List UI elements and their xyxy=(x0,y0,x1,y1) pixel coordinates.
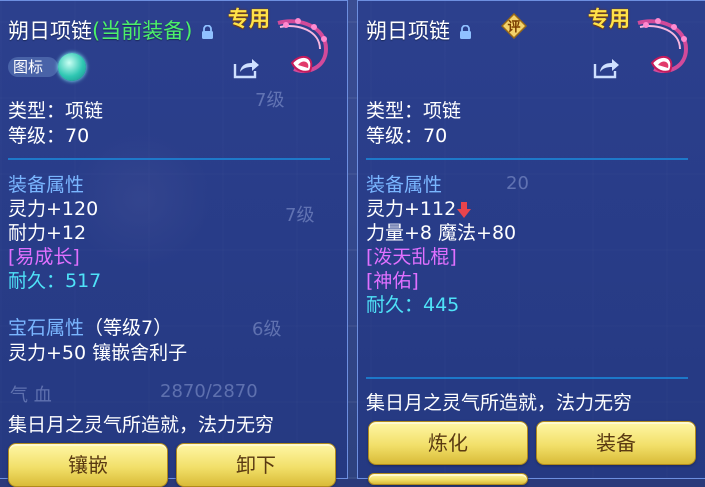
attr-header: 装备属性 xyxy=(8,174,85,196)
item-title: 朔日项链(当前装备) xyxy=(8,15,214,45)
level-line: 等级：70 xyxy=(8,125,90,147)
attr-line: 耐力+12 xyxy=(8,222,87,244)
share-icon[interactable] xyxy=(232,56,260,80)
bg-hp-value: 2870/2870 xyxy=(160,381,258,402)
durability: 耐久：445 xyxy=(366,294,460,316)
section-divider xyxy=(366,158,688,160)
grade-badge-text: 评 xyxy=(507,20,521,35)
bg-grid-label: 6级 xyxy=(252,319,282,340)
bg-grid-label: 7级 xyxy=(285,205,315,226)
compare-item-panel: 20 朔日项链 评 专用 类型：项链 等级：70 装备属性 灵力+112 力量+… xyxy=(357,0,705,485)
refine-button[interactable]: 炼化 xyxy=(368,421,528,465)
special-effect: [易成长] xyxy=(8,246,80,268)
lock-icon xyxy=(202,24,214,39)
equipped-item-panel: 7级 7级 6级 气 血 2870/2870 朔日项链(当前装备) 专用 图标 … xyxy=(0,0,348,487)
unequip-button[interactable]: 卸下 xyxy=(176,443,336,487)
type-line: 类型：项链 xyxy=(8,100,104,122)
bg-hp-label: 气 血 xyxy=(10,385,52,406)
share-icon[interactable] xyxy=(592,56,620,80)
item-description: 集日月之灵气所造就，法力无穷 xyxy=(8,414,275,436)
necklace-emblem-icon xyxy=(637,18,689,73)
gem-level: （等级7） xyxy=(84,317,173,339)
icon-toggle-label: 图标 xyxy=(8,57,58,77)
bg-grid-label: 20 xyxy=(506,173,529,194)
necklace-emblem-icon xyxy=(277,18,329,73)
gem-header: 宝石属性 xyxy=(8,317,85,339)
attr-line: 灵力+120 xyxy=(8,198,99,220)
section-divider xyxy=(366,377,688,379)
attr-line-row: 灵力+112 xyxy=(366,197,472,221)
attr-header: 装备属性 xyxy=(366,174,443,196)
item-description: 集日月之灵气所造就，法力无穷 xyxy=(366,392,633,414)
item-title: 朔日项链 xyxy=(366,15,472,45)
item-name: 朔日项链 xyxy=(8,19,92,43)
toggle-knob[interactable] xyxy=(58,53,86,81)
equip-button[interactable]: 装备 xyxy=(536,421,696,465)
special-effect: [泼天乱棍] xyxy=(366,246,457,268)
icon-toggle[interactable]: 图标 xyxy=(8,53,88,81)
down-arrow-icon xyxy=(457,201,472,218)
special-effect: [神佑] xyxy=(366,270,419,292)
attr-line: 灵力+112 xyxy=(366,198,457,220)
section-divider xyxy=(8,158,330,160)
equipped-tag: (当前装备) xyxy=(92,19,193,43)
lock-icon xyxy=(459,24,471,39)
item-name: 朔日项链 xyxy=(366,19,450,43)
bg-grid-label: 7级 xyxy=(255,90,285,111)
gem-header-row: 宝石属性（等级7） xyxy=(8,316,172,340)
level-line: 等级：70 xyxy=(366,125,448,147)
durability: 耐久：517 xyxy=(8,270,102,292)
gem-line: 灵力+50 镶嵌舍利子 xyxy=(8,342,188,364)
type-line: 类型：项链 xyxy=(366,100,462,122)
attr-line: 力量+8 魔法+80 xyxy=(366,222,517,244)
inlay-button[interactable]: 镶嵌 xyxy=(8,443,168,487)
more-button-edge[interactable] xyxy=(368,473,528,485)
grade-badge-icon[interactable]: 评 xyxy=(500,12,528,40)
